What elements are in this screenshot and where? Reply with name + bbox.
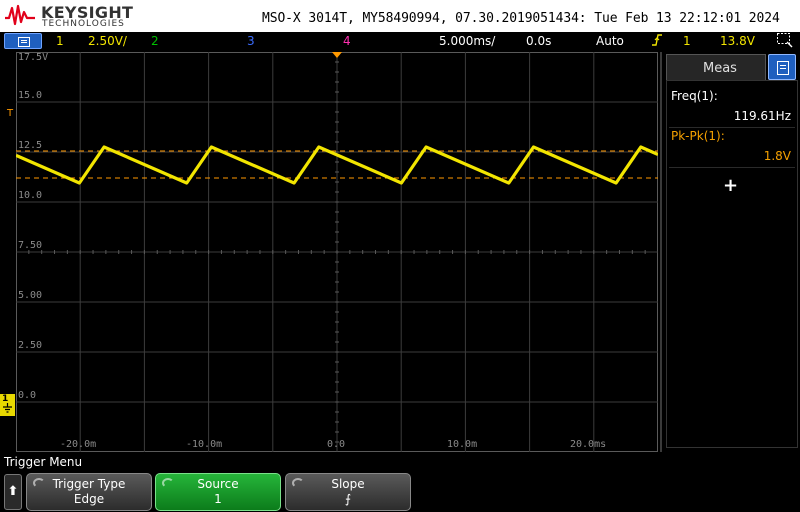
knob-icon: [33, 478, 45, 488]
y-label: 12.5: [18, 140, 43, 151]
rising-edge-icon: [651, 33, 663, 50]
knob-icon: [292, 478, 304, 488]
x-label: -10.0m: [186, 439, 223, 450]
timebase[interactable]: 5.000ms/: [439, 34, 495, 48]
meas-title: Meas: [703, 61, 737, 76]
y-label: 17.5V: [18, 52, 49, 63]
delay[interactable]: 0.0s: [526, 34, 551, 48]
trigger-position-marker: [332, 52, 342, 58]
trigger-source[interactable]: 1: [683, 34, 691, 48]
instrument-id: MSO-X 3014T, MY58490994, 07.30.201905143…: [262, 11, 780, 26]
menu-back-button[interactable]: ⬆: [4, 474, 22, 510]
title-bar: KEYSIGHT TECHNOLOGIES MSO-X 3014T, MY584…: [0, 0, 800, 32]
ch2-number[interactable]: 2: [151, 34, 159, 48]
waveform-display[interactable]: [16, 52, 658, 452]
y-label: 5.00: [18, 290, 43, 301]
ch1-number[interactable]: 1: [56, 34, 64, 48]
keysight-logo: KEYSIGHT TECHNOLOGIES: [4, 2, 133, 30]
softkey-label: Slope: [331, 477, 365, 491]
pkpk-value: 1.8V: [763, 149, 791, 163]
ground-icon: [3, 403, 12, 413]
add-measurement-button[interactable]: +: [723, 175, 738, 196]
softkey-value: Edge: [73, 492, 105, 506]
x-label: 20.0ms: [570, 439, 607, 450]
pkpk-label: Pk-Pk(1):: [671, 129, 725, 143]
softkey-value: ⨍: [344, 492, 352, 506]
screenshot-icon[interactable]: [776, 32, 794, 51]
main-menu-button[interactable]: [4, 33, 42, 49]
y-label: 15.0: [18, 90, 43, 101]
y-label: 0.0: [18, 390, 37, 401]
y-label: 2.50: [18, 340, 43, 351]
x-label: -20.0m: [60, 439, 97, 450]
ch1-scale[interactable]: 2.50V/: [88, 34, 127, 48]
ch1-ground-marker[interactable]: 1: [0, 394, 15, 416]
trigger-type-softkey[interactable]: Trigger Type Edge: [26, 473, 152, 511]
softkey-bar: ⬆ Trigger Type Edge Source 1 Slope ⨍: [0, 472, 800, 512]
measurement-menu-button[interactable]: [768, 54, 796, 80]
meas-tab[interactable]: Meas: [666, 54, 766, 80]
y-label: 10.0: [18, 190, 43, 201]
measurement-panel: Meas Freq(1): 119.61Hz Pk-Pk(1): 1.8V +: [660, 52, 800, 452]
ch3-number[interactable]: 3: [247, 34, 255, 48]
trigger-level-marker[interactable]: T: [7, 108, 13, 119]
y-label: 7.50: [18, 240, 43, 251]
x-label: 0.0: [327, 439, 346, 450]
softkey-menu-title: Trigger Menu: [4, 455, 83, 469]
trigger-mode[interactable]: Auto: [596, 34, 624, 48]
freq-value: 119.61Hz: [733, 109, 791, 123]
divider: [669, 127, 795, 128]
divider: [669, 167, 795, 168]
measurement-list: Freq(1): 119.61Hz Pk-Pk(1): 1.8V +: [666, 80, 798, 448]
softkey-label: Trigger Type: [52, 477, 126, 491]
status-bar: 1 2.50V/ 2 3 4 5.000ms/ 0.0s Auto 1 13.8…: [0, 32, 800, 50]
keysight-wave-icon: [5, 4, 35, 26]
x-label: 10.0m: [447, 439, 478, 450]
source-softkey[interactable]: Source 1: [155, 473, 281, 511]
slope-softkey[interactable]: Slope ⨍: [285, 473, 411, 511]
trigger-level[interactable]: 13.8V: [720, 34, 755, 48]
brand-subtitle: TECHNOLOGIES: [42, 19, 125, 29]
softkey-value: 1: [214, 492, 222, 506]
ch4-number[interactable]: 4: [343, 34, 351, 48]
softkey-label: Source: [197, 477, 239, 491]
knob-icon: [162, 478, 174, 488]
freq-label: Freq(1):: [671, 89, 718, 103]
waveform-svg: [16, 52, 658, 452]
